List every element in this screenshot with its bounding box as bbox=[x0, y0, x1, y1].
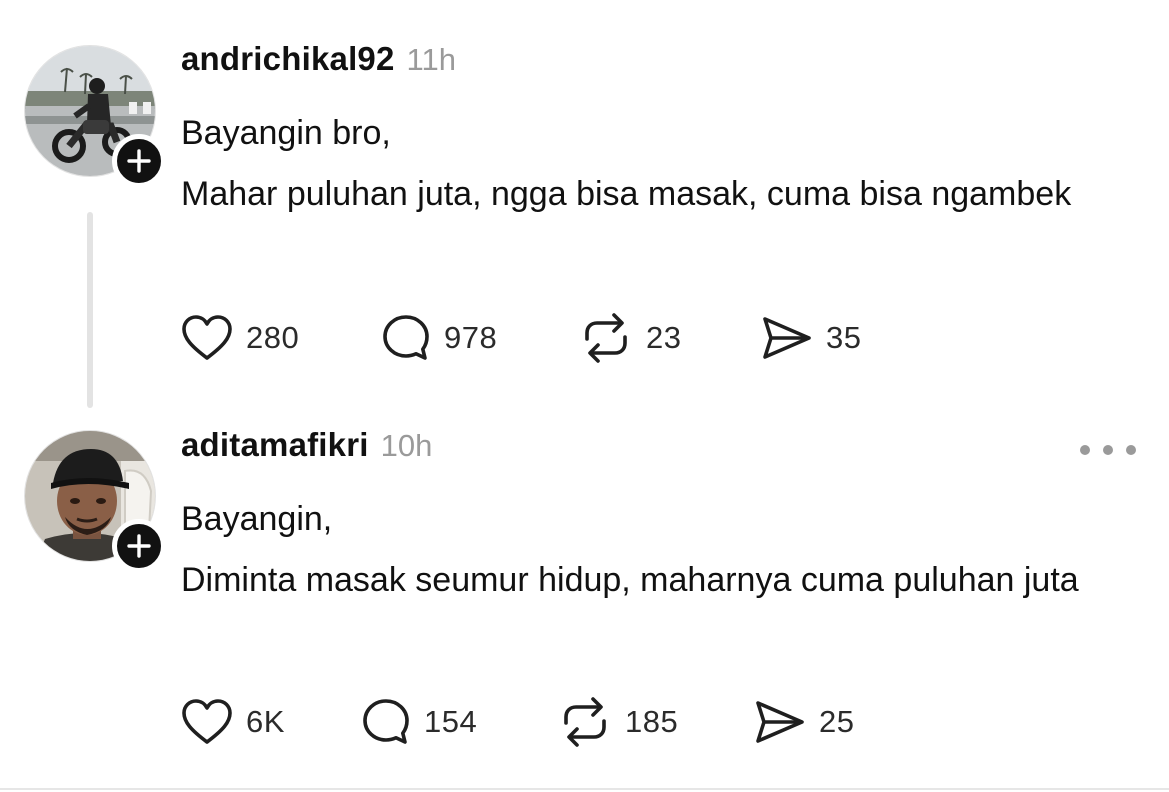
post-time: 10h bbox=[380, 428, 433, 463]
username[interactable]: andrichikal92 bbox=[181, 40, 395, 78]
username[interactable]: aditamafikri bbox=[181, 426, 369, 464]
post-text-line: Diminta masak seumur hidup, maharnya cum… bbox=[181, 561, 1079, 599]
post-actions: 6K 154 185 25 bbox=[181, 696, 981, 748]
comment-bubble-icon bbox=[383, 315, 429, 360]
reply-count: 154 bbox=[424, 704, 478, 739]
thread-post: andrichikal92 11h Bayangin bro, Mahar pu… bbox=[0, 0, 1169, 410]
share-button[interactable]: 35 bbox=[761, 312, 861, 364]
share-count: 25 bbox=[819, 704, 855, 739]
repost-button[interactable]: 23 bbox=[579, 312, 681, 364]
more-options-button[interactable] bbox=[1080, 438, 1136, 462]
like-button[interactable]: 6K bbox=[181, 696, 285, 748]
repost-count: 185 bbox=[625, 704, 679, 739]
post-text: Bayangin, Diminta masak seumur hidup, ma… bbox=[181, 490, 1081, 609]
reply-button[interactable]: 978 bbox=[381, 312, 497, 364]
post-actions: 280 978 23 35 bbox=[181, 312, 981, 364]
more-horizontal-icon-dot bbox=[1126, 445, 1136, 455]
post-text: Bayangin bro, Mahar puluhan juta, ngga b… bbox=[181, 104, 1081, 223]
heart-icon bbox=[182, 699, 232, 744]
reply-post: aditamafikri 10h Bayangin, Diminta masak… bbox=[0, 410, 1169, 792]
send-icon bbox=[763, 317, 811, 359]
share-count: 35 bbox=[826, 320, 862, 355]
send-icon bbox=[756, 701, 804, 743]
post-header: andrichikal92 11h bbox=[181, 40, 456, 78]
repost-icon bbox=[585, 313, 627, 363]
share-button[interactable]: 25 bbox=[754, 696, 854, 748]
comment-bubble-icon bbox=[363, 699, 409, 744]
post-text-line: Bayangin bro, bbox=[181, 114, 391, 152]
plus-icon bbox=[127, 534, 151, 558]
heart-icon bbox=[182, 315, 232, 360]
divider bbox=[0, 788, 1169, 790]
follow-button[interactable] bbox=[112, 519, 166, 573]
post-text-line: Mahar puluhan juta, ngga bisa masak, cum… bbox=[181, 175, 1072, 213]
more-horizontal-icon-dot bbox=[1103, 445, 1113, 455]
more-horizontal-icon-dot bbox=[1080, 445, 1090, 455]
thread-connector-line bbox=[87, 212, 93, 408]
reply-count: 978 bbox=[444, 320, 498, 355]
follow-button[interactable] bbox=[112, 134, 166, 188]
repost-icon bbox=[564, 697, 606, 747]
reply-button[interactable]: 154 bbox=[361, 696, 477, 748]
like-count: 6K bbox=[246, 704, 285, 739]
like-button[interactable]: 280 bbox=[181, 312, 299, 364]
post-header: aditamafikri 10h bbox=[181, 426, 432, 464]
repost-count: 23 bbox=[646, 320, 682, 355]
like-count: 280 bbox=[246, 320, 300, 355]
post-text-line: Bayangin, bbox=[181, 500, 333, 538]
post-time: 11h bbox=[406, 42, 456, 77]
plus-icon bbox=[127, 149, 151, 173]
repost-button[interactable]: 185 bbox=[558, 696, 678, 748]
